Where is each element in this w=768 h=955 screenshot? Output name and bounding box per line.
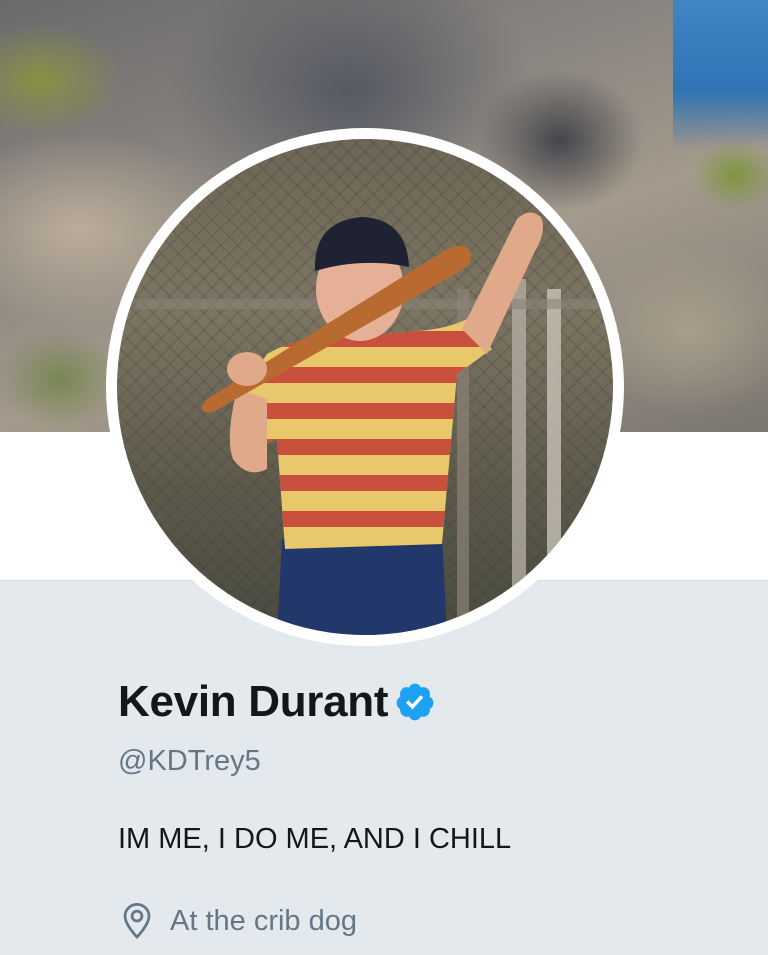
display-name[interactable]: Kevin Durant xyxy=(118,676,389,728)
location-pin-icon xyxy=(118,901,156,941)
profile-location: At the crib dog xyxy=(170,905,357,937)
profile-avatar[interactable] xyxy=(106,128,624,646)
user-handle[interactable]: @KDTrey5 xyxy=(118,744,261,778)
verified-badge-icon xyxy=(394,681,436,723)
display-name-row: Kevin Durant xyxy=(118,676,436,728)
location-row: At the crib dog xyxy=(118,901,357,941)
avatar-illustration xyxy=(137,212,607,635)
profile-bio: IM ME, I DO ME, AND I CHILL xyxy=(118,823,512,855)
avatar-image xyxy=(117,139,613,635)
banner-sea xyxy=(673,0,768,150)
